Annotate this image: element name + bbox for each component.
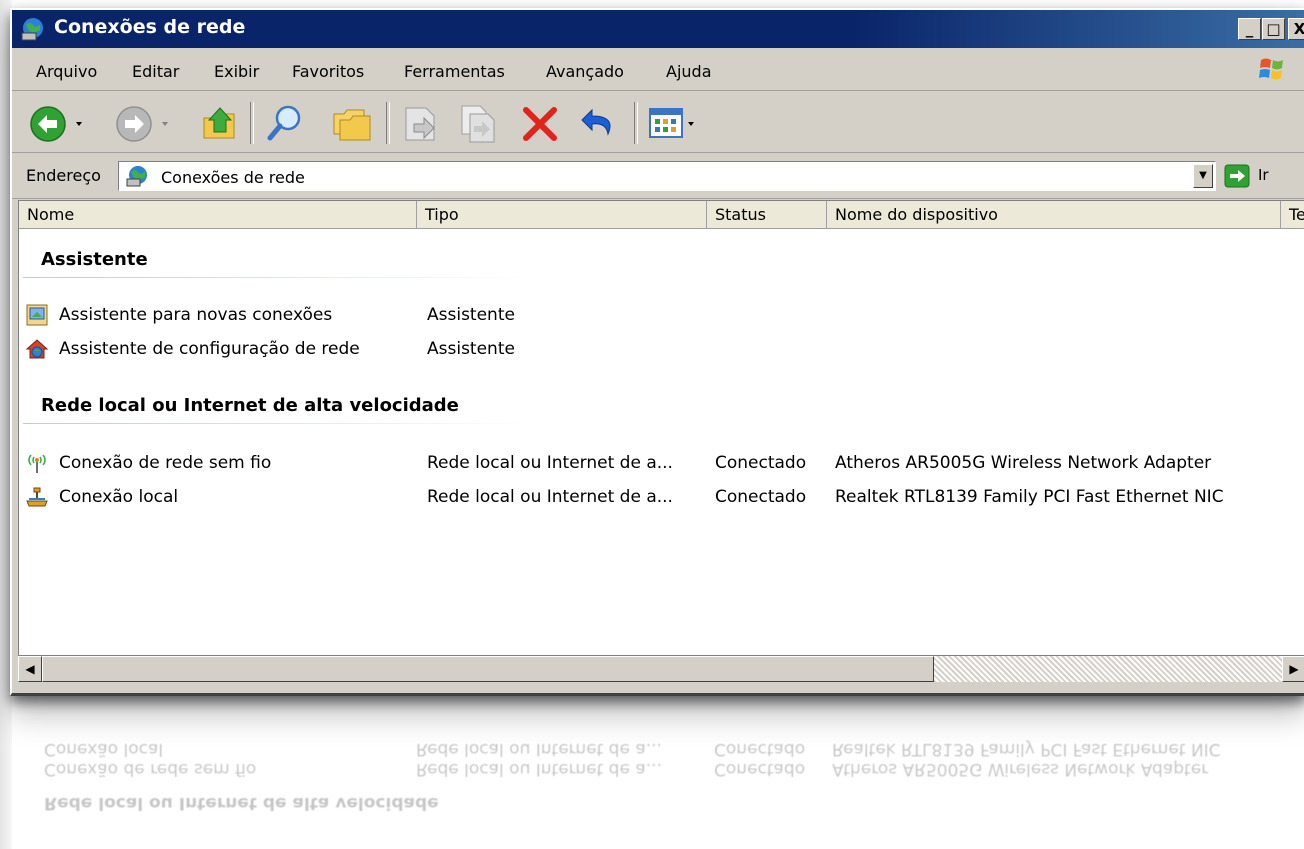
scroll-left-button[interactable]: ◀ <box>18 656 42 682</box>
reflection-text: Conectado <box>714 759 806 779</box>
group-divider <box>23 423 523 424</box>
minimize-button[interactable]: _ <box>1238 18 1261 40</box>
views-dropdown-icon[interactable] <box>686 120 696 128</box>
explorer-window: Conexões de rede _ □ X Arquivo Editar Ex… <box>10 8 1304 696</box>
menu-arquivo[interactable]: Arquivo <box>36 62 97 81</box>
item-name: Conexão local <box>59 487 179 507</box>
search-icon[interactable] <box>264 102 306 144</box>
reflection-text: Conectado <box>714 739 806 759</box>
toolbar-separator <box>250 102 254 144</box>
column-header-device[interactable]: Nome do dispositivo <box>827 201 1281 229</box>
views-icon[interactable] <box>648 106 684 140</box>
column-header-tipo[interactable]: Tipo <box>417 201 707 229</box>
list-item[interactable]: Conexão de rede sem fio Rede local ou In… <box>19 449 1304 477</box>
window-title: Conexões de rede <box>54 16 246 38</box>
reflection-text: Atheros AR5005G Wireless Network Adapter <box>832 759 1209 779</box>
group-header-rede-local: Rede local ou Internet de alta velocidad… <box>41 395 459 416</box>
item-type: Assistente <box>427 339 515 359</box>
item-status: Conectado <box>715 453 807 473</box>
forward-icon[interactable] <box>114 104 154 144</box>
horizontal-scrollbar[interactable]: ◀ ▶ <box>18 656 1304 682</box>
item-device: Atheros AR5005G Wireless Network Adapter <box>835 453 1212 473</box>
toolbar-separator <box>386 102 390 144</box>
reflection-text: Rede local ou Internet de a... <box>416 759 662 779</box>
item-name: Conexão de rede sem fio <box>59 453 272 473</box>
menu-bar: Arquivo Editar Exibir Favoritos Ferramen… <box>12 50 1304 91</box>
reflection-text: Rede local ou Internet de a... <box>416 739 662 759</box>
title-bar[interactable]: Conexões de rede _ □ X <box>12 10 1304 48</box>
reflection-text: Conexão local <box>44 739 164 759</box>
address-field[interactable]: Conexões de rede ▼ <box>118 161 1216 191</box>
file-list-view[interactable]: Nome Tipo Status Nome do dispositivo Te … <box>18 200 1304 656</box>
new-connection-wizard-icon <box>26 304 48 326</box>
reflection-content: Conexão local Rede local ou Internet de … <box>10 700 1304 849</box>
network-connections-icon <box>21 18 43 41</box>
address-label: Endereço <box>26 166 101 185</box>
menu-ajuda[interactable]: Ajuda <box>666 62 712 81</box>
folders-icon[interactable] <box>330 102 374 144</box>
item-status: Conectado <box>715 487 807 507</box>
windows-logo-icon <box>1259 58 1283 80</box>
item-name: Assistente para novas conexões <box>59 305 333 325</box>
group-header-assistente: Assistente <box>41 249 148 270</box>
item-type: Rede local ou Internet de a... <box>427 487 673 507</box>
address-value: Conexões de rede <box>161 168 305 187</box>
close-button[interactable]: X <box>1288 18 1304 40</box>
address-dropdown-button[interactable]: ▼ <box>1193 164 1213 188</box>
reflection-text: Rede local ou Internet de alta velocidad… <box>44 793 439 813</box>
reflection-text: Conexão de rede sem fio <box>44 759 257 779</box>
group-divider <box>23 277 523 278</box>
column-header-nome[interactable]: Nome <box>19 201 417 229</box>
copy-to-icon[interactable] <box>458 102 500 144</box>
reflection-text: Realtek RTL8139 Family PCI Fast Ethernet… <box>832 739 1221 759</box>
column-header-status[interactable]: Status <box>707 201 827 229</box>
forward-dropdown-icon[interactable] <box>160 120 170 128</box>
toolbar <box>12 92 1304 153</box>
scroll-thumb[interactable] <box>42 656 934 682</box>
list-item[interactable]: Assistente de configuração de rede Assis… <box>19 335 1304 363</box>
delete-icon[interactable] <box>520 104 560 144</box>
lan-icon <box>26 487 48 507</box>
item-name: Assistente de configuração de rede <box>59 339 360 359</box>
column-header-te[interactable]: Te <box>1281 201 1304 229</box>
item-type: Rede local ou Internet de a... <box>427 453 673 473</box>
list-item[interactable]: Conexão local Rede local ou Internet de … <box>19 483 1304 511</box>
network-setup-wizard-icon <box>25 339 49 359</box>
list-item[interactable]: Assistente para novas conexões Assistent… <box>19 301 1304 329</box>
up-folder-icon[interactable] <box>200 102 242 144</box>
menu-favoritos[interactable]: Favoritos <box>292 62 364 81</box>
scroll-right-button[interactable]: ▶ <box>1282 656 1304 682</box>
menu-ferramentas[interactable]: Ferramentas <box>404 62 505 81</box>
menu-avancado[interactable]: Avançado <box>546 62 624 81</box>
back-dropdown-icon[interactable] <box>74 120 84 128</box>
address-bar: Endereço Conexões de rede ▼ Ir <box>12 154 1304 199</box>
toolbar-separator <box>634 102 638 144</box>
menu-editar[interactable]: Editar <box>132 62 179 81</box>
menu-exibir[interactable]: Exibir <box>214 62 259 81</box>
back-icon[interactable] <box>28 104 68 144</box>
undo-icon[interactable] <box>578 102 620 144</box>
go-button[interactable]: Ir <box>1258 166 1269 184</box>
network-connections-icon <box>126 166 147 187</box>
scroll-track[interactable] <box>934 656 1282 682</box>
window-reflection: Conexão local Rede local ou Internet de … <box>10 700 1304 849</box>
item-device: Realtek RTL8139 Family PCI Fast Ethernet… <box>835 487 1224 507</box>
move-to-icon[interactable] <box>400 102 442 144</box>
go-arrow-icon[interactable] <box>1224 164 1250 188</box>
maximize-button[interactable]: □ <box>1262 18 1285 40</box>
column-header-row: Nome Tipo Status Nome do dispositivo Te <box>19 201 1304 229</box>
item-type: Assistente <box>427 305 515 325</box>
wireless-icon <box>28 454 46 473</box>
